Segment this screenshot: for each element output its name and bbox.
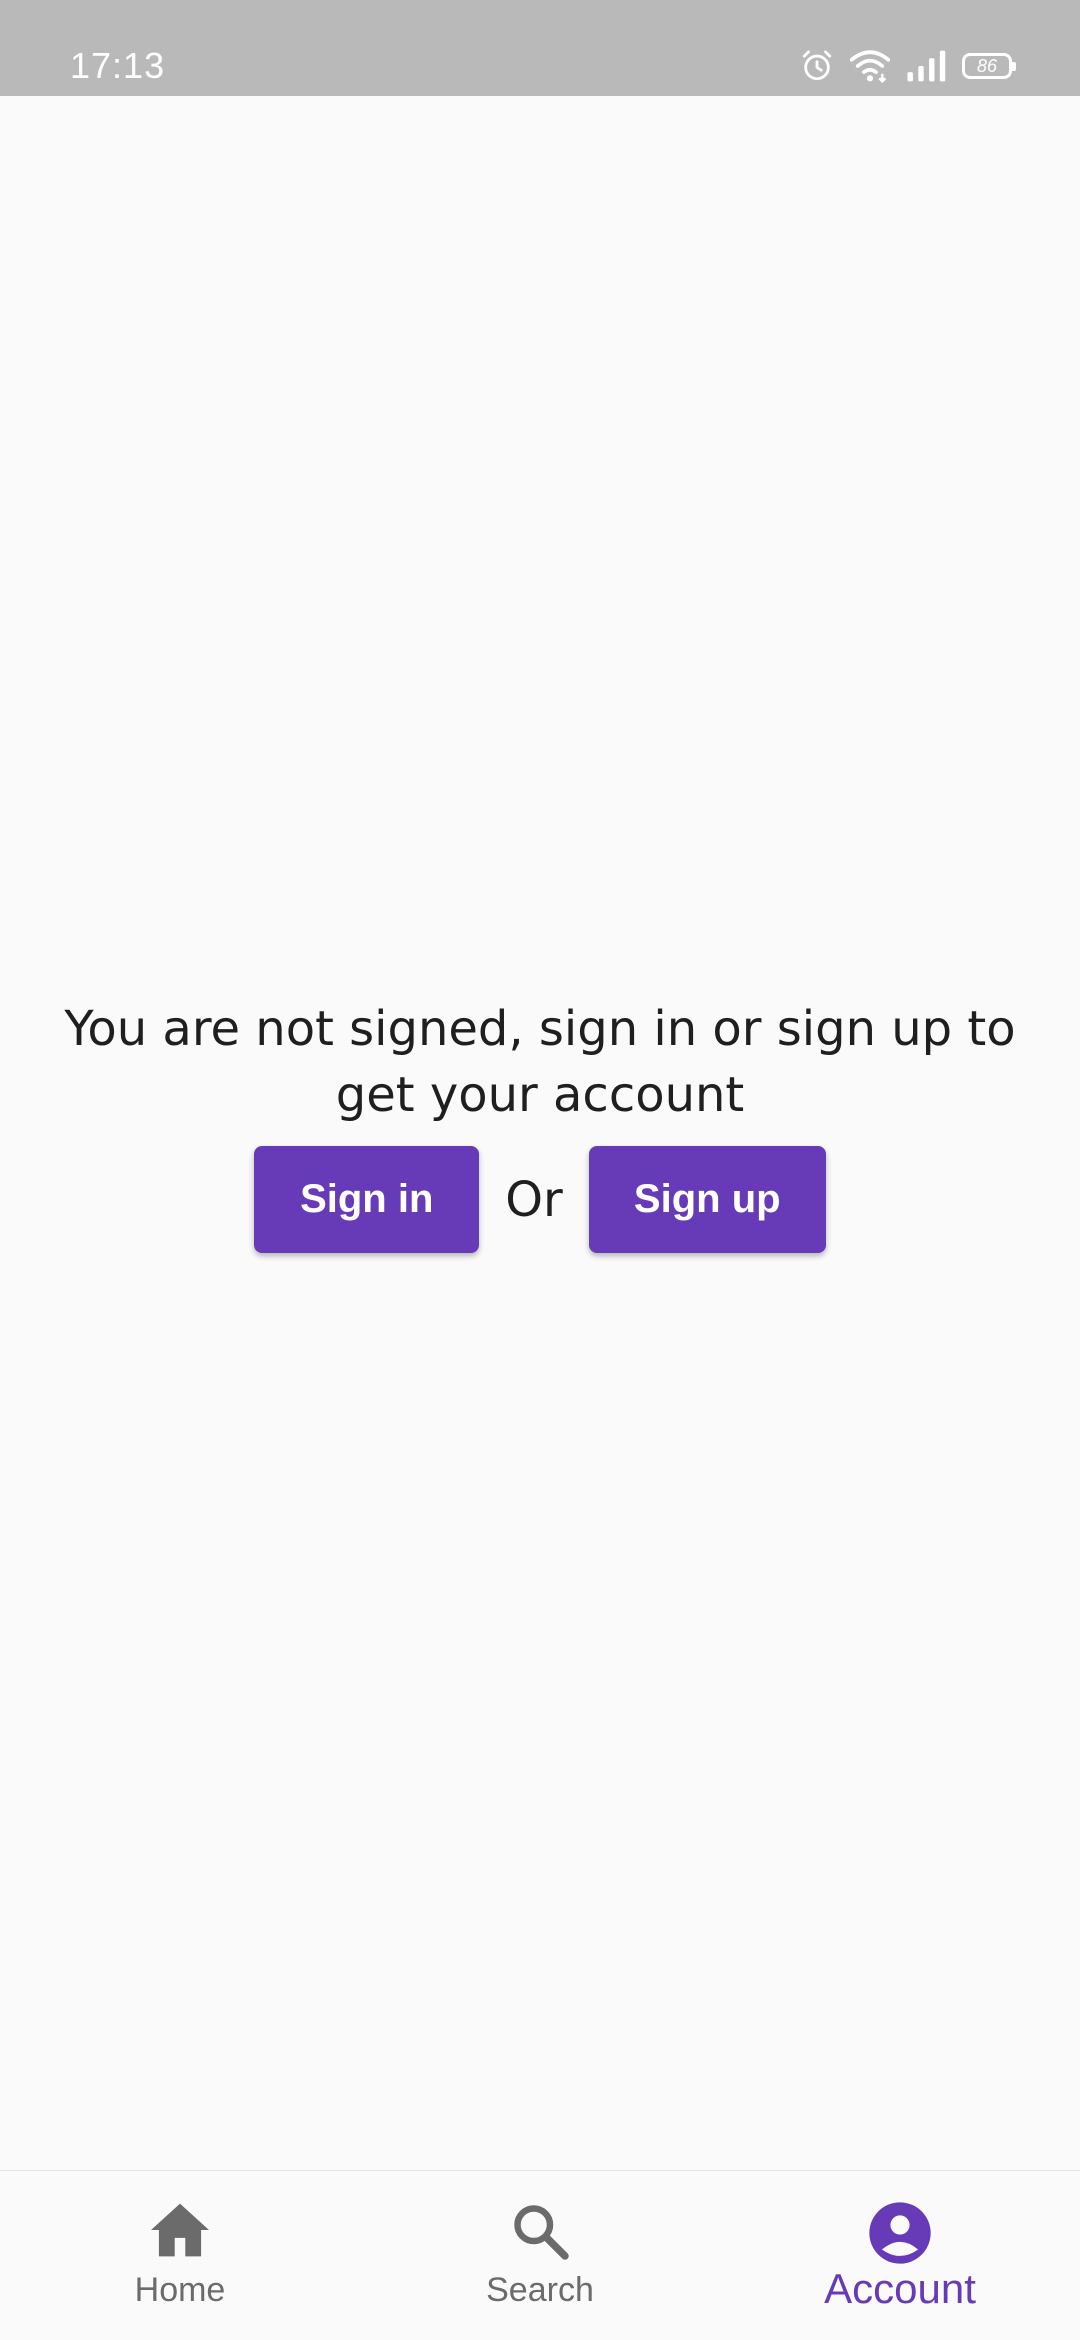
wifi-icon	[850, 49, 890, 83]
or-label: Or	[505, 1171, 563, 1228]
bottom-navigation: Home Search Account	[0, 2170, 1080, 2340]
not-signed-in-message: You are not signed, sign in or sign up t…	[64, 1001, 1016, 1123]
status-time: 17:13	[70, 45, 166, 86]
nav-item-home[interactable]: Home	[0, 2171, 360, 2340]
status-icons: 86	[800, 44, 1016, 88]
alarm-icon	[800, 49, 834, 83]
signal-icon	[906, 50, 946, 82]
status-bar: 17:13 86	[0, 0, 1080, 96]
nav-label-search: Search	[486, 2271, 594, 2309]
search-icon	[510, 2201, 570, 2265]
nav-item-account[interactable]: Account	[720, 2171, 1080, 2340]
nav-label-account: Account	[824, 2265, 976, 2312]
screen: 17:13 86 You are not signed, sign in or …	[0, 0, 1080, 2340]
sign-up-button[interactable]: Sign up	[588, 1146, 826, 1253]
home-icon	[148, 2201, 212, 2263]
nav-item-search[interactable]: Search	[360, 2171, 720, 2340]
auth-actions: Sign in Or Sign up	[0, 1146, 1080, 1253]
sign-in-button[interactable]: Sign in	[254, 1146, 480, 1253]
nav-label-home: Home	[134, 2271, 226, 2309]
account-circle-icon	[868, 2201, 932, 2269]
battery-icon: 86	[962, 53, 1016, 79]
